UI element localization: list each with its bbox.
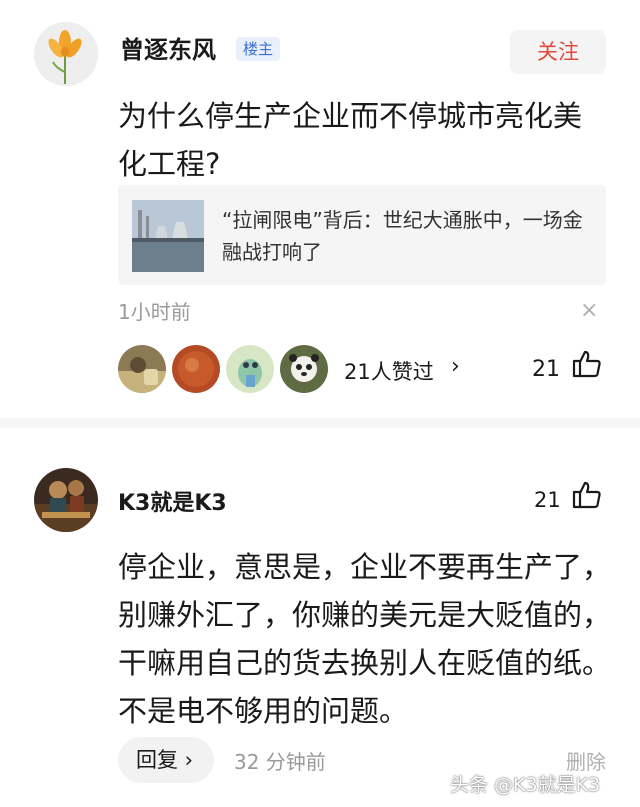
chevron-right-icon[interactable]: › — [451, 354, 460, 379]
thumbs-up-icon[interactable] — [572, 349, 602, 383]
liker-avatar[interactable] — [226, 345, 274, 393]
comment-time: 1小时前 — [118, 300, 191, 324]
comment-time: 32 分钟前 — [234, 750, 326, 774]
follow-button[interactable]: 关注 — [510, 30, 606, 74]
comment-text: 为什么停生产企业而不停城市亮化美化工程? — [118, 99, 583, 181]
section-divider — [0, 418, 640, 428]
watermark: 头条 @K3就是K3 — [450, 774, 601, 796]
liker-avatar[interactable] — [172, 345, 220, 393]
author-name[interactable]: K3就是K3 — [118, 485, 227, 517]
reply-button[interactable]: 回复 › — [118, 737, 214, 783]
thumbs-up-icon[interactable] — [572, 480, 602, 514]
liker-avatar[interactable] — [118, 345, 166, 393]
link-card-title: “拉闸限电”背后：世纪大通胀中，一场金融战打响了 — [222, 208, 583, 264]
like-count: 21 — [532, 357, 560, 382]
likers-summary[interactable]: 21人赞过 — [344, 356, 434, 386]
liker-avatar[interactable] — [280, 345, 328, 393]
author-name[interactable]: 曾逐东风 — [120, 30, 216, 65]
close-icon[interactable]: × — [580, 298, 598, 323]
like-count: 21 — [534, 488, 561, 512]
link-card-thumbnail — [132, 200, 204, 272]
op-badge: 楼主 — [236, 37, 281, 61]
comment-text: 停企业，意思是，企业不要再生产了，别赚外汇了，你赚的美元是大贬值的，干嘛用自己的… — [118, 550, 612, 728]
author-avatar-flower[interactable] — [34, 22, 98, 86]
author-avatar-painting[interactable] — [34, 468, 98, 532]
